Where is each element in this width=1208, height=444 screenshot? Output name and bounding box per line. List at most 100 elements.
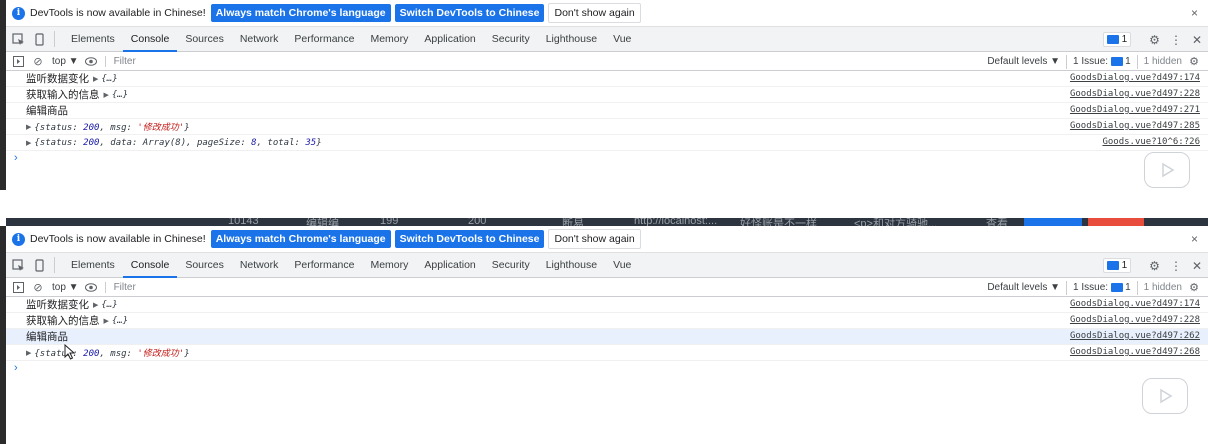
source-link[interactable]: Goods.vue?10^6:?26 — [1102, 137, 1200, 147]
tab-elements[interactable]: Elements — [63, 253, 123, 278]
console-row[interactable]: 编辑商品 GoodsDialog.vue?d497:271 — [6, 103, 1208, 119]
inspect-element-icon[interactable] — [9, 256, 27, 274]
tab-network[interactable]: Network — [232, 253, 287, 278]
close-icon[interactable]: × — [1191, 6, 1198, 20]
source-link[interactable]: GoodsDialog.vue?d497:268 — [1070, 347, 1200, 357]
dont-show-again-button[interactable]: Don't show again — [548, 229, 641, 249]
issues-link[interactable]: 1 Issue: 1 — [1073, 282, 1131, 293]
source-link[interactable]: GoodsDialog.vue?d497:228 — [1070, 89, 1200, 99]
tab-console[interactable]: Console — [122, 253, 178, 278]
tab-application[interactable]: Application — [416, 27, 483, 52]
obj-key: , msg: — [99, 349, 138, 359]
sidebar-toggle-icon[interactable] — [10, 279, 26, 295]
context-selector[interactable]: top ▼ — [52, 56, 79, 67]
expand-arrow-icon[interactable]: ▶ — [93, 75, 98, 83]
log-levels-dropdown[interactable]: Default levels ▼ — [987, 282, 1060, 293]
source-link[interactable]: GoodsDialog.vue?d497:228 — [1070, 315, 1200, 325]
strip-cell: 编辑编 — [306, 218, 339, 226]
expand-arrow-icon[interactable]: ▶ — [26, 123, 31, 131]
eye-icon[interactable] — [83, 53, 99, 69]
more-options-icon[interactable]: ⋮ — [1170, 33, 1182, 47]
sidebar-toggle-icon[interactable] — [10, 53, 26, 69]
more-options-icon[interactable]: ⋮ — [1170, 259, 1182, 273]
console-row[interactable]: 监听数据变化 ▶ {…} GoodsDialog.vue?d497:174 — [6, 297, 1208, 313]
tab-lighthouse[interactable]: Lighthouse — [538, 27, 605, 52]
tab-application[interactable]: Application — [416, 253, 483, 278]
switch-devtools-chinese-button[interactable]: Switch DevTools to Chinese — [394, 4, 545, 22]
console-row[interactable]: 获取输入的信息 ▶ {…} GoodsDialog.vue?d497:228 — [6, 313, 1208, 329]
device-toolbar-icon[interactable] — [30, 256, 48, 274]
strip-blue-button — [1024, 218, 1082, 226]
obj-key: } — [316, 137, 322, 148]
tab-vue[interactable]: Vue — [605, 253, 639, 278]
log-message: 监听数据变化 — [26, 299, 89, 311]
filter-input[interactable]: Filter — [104, 281, 136, 293]
log-object[interactable]: {…} — [101, 300, 117, 310]
console-row[interactable]: 监听数据变化 ▶ {…} GoodsDialog.vue?d497:174 — [6, 71, 1208, 87]
tab-memory[interactable]: Memory — [362, 253, 416, 278]
console-row[interactable]: ▶ {status: 200, data: Array(8), pageSize… — [6, 135, 1208, 151]
log-object[interactable]: {status: 200, data: Array(8), pageSize: … — [34, 138, 321, 148]
source-link[interactable]: GoodsDialog.vue?d497:174 — [1070, 73, 1200, 83]
close-devtools-icon[interactable]: ✕ — [1192, 33, 1202, 47]
console-row[interactable]: ▶ {status: 200, msg: '修改成功'} GoodsDialog… — [6, 119, 1208, 135]
gear-icon[interactable]: ⚙ — [1149, 259, 1160, 273]
close-devtools-icon[interactable]: ✕ — [1192, 259, 1202, 273]
expand-arrow-icon[interactable]: ▶ — [104, 91, 109, 99]
tab-lighthouse[interactable]: Lighthouse — [538, 253, 605, 278]
tab-sources[interactable]: Sources — [177, 27, 232, 52]
toolbar-divider — [1066, 54, 1068, 69]
play-button-icon[interactable] — [1144, 152, 1190, 188]
source-link[interactable]: GoodsDialog.vue?d497:285 — [1070, 121, 1200, 131]
strip-cell: 10143 — [228, 218, 259, 226]
tab-performance[interactable]: Performance — [286, 253, 362, 278]
log-object[interactable]: {status: 200, msg: '修改成功'} — [34, 346, 189, 359]
clear-console-icon[interactable]: ⊘ — [30, 279, 46, 295]
always-match-language-button[interactable]: Always match Chrome's language — [210, 4, 391, 22]
gear-icon[interactable]: ⚙ — [1149, 33, 1160, 47]
log-object[interactable]: {status: 200, msg: '修改成功'} — [34, 120, 189, 133]
filter-input[interactable]: Filter — [104, 55, 136, 67]
tab-performance[interactable]: Performance — [286, 27, 362, 52]
console-row[interactable]: ▶ {status: 200, msg: '修改成功'} GoodsDialog… — [6, 345, 1208, 361]
tab-vue[interactable]: Vue — [605, 27, 639, 52]
play-button-icon[interactable] — [1142, 378, 1188, 414]
issues-badge[interactable]: 1 — [1102, 258, 1132, 273]
source-link[interactable]: GoodsDialog.vue?d497:271 — [1070, 105, 1200, 115]
dont-show-again-button[interactable]: Don't show again — [548, 3, 641, 23]
tab-network[interactable]: Network — [232, 27, 287, 52]
tab-security[interactable]: Security — [484, 27, 538, 52]
tab-security[interactable]: Security — [484, 253, 538, 278]
log-object[interactable]: {…} — [101, 74, 117, 84]
gear-icon[interactable]: ⚙ — [1186, 280, 1202, 296]
close-icon[interactable]: × — [1191, 232, 1198, 246]
log-object[interactable]: {…} — [112, 90, 128, 100]
eye-icon[interactable] — [83, 279, 99, 295]
tab-elements[interactable]: Elements — [63, 27, 123, 52]
source-link[interactable]: GoodsDialog.vue?d497:174 — [1070, 299, 1200, 309]
console-row-selected[interactable]: 编辑商品 GoodsDialog.vue?d497:262 — [6, 329, 1208, 345]
expand-arrow-icon[interactable]: ▶ — [93, 301, 98, 309]
console-prompt[interactable]: › — [6, 361, 1208, 377]
obj-key: , total: — [256, 137, 306, 148]
clear-console-icon[interactable]: ⊘ — [30, 53, 46, 69]
expand-arrow-icon[interactable]: ▶ — [26, 139, 31, 147]
console-row[interactable]: 获取输入的信息 ▶ {…} GoodsDialog.vue?d497:228 — [6, 87, 1208, 103]
issues-link[interactable]: 1 Issue: 1 — [1073, 56, 1131, 67]
expand-arrow-icon[interactable]: ▶ — [26, 349, 31, 357]
expand-arrow-icon[interactable]: ▶ — [104, 317, 109, 325]
log-object[interactable]: {…} — [112, 316, 128, 326]
gear-icon[interactable]: ⚙ — [1186, 54, 1202, 70]
tab-memory[interactable]: Memory — [362, 27, 416, 52]
device-toolbar-icon[interactable] — [30, 30, 48, 48]
tab-console[interactable]: Console — [122, 27, 178, 52]
log-levels-dropdown[interactable]: Default levels ▼ — [987, 56, 1060, 67]
switch-devtools-chinese-button[interactable]: Switch DevTools to Chinese — [394, 230, 545, 248]
issues-badge[interactable]: 1 — [1102, 32, 1132, 47]
console-prompt[interactable]: › — [6, 151, 1208, 167]
source-link[interactable]: GoodsDialog.vue?d497:262 — [1070, 331, 1200, 341]
inspect-element-icon[interactable] — [9, 30, 27, 48]
tab-sources[interactable]: Sources — [177, 253, 232, 278]
context-selector[interactable]: top ▼ — [52, 282, 79, 293]
always-match-language-button[interactable]: Always match Chrome's language — [210, 230, 391, 248]
